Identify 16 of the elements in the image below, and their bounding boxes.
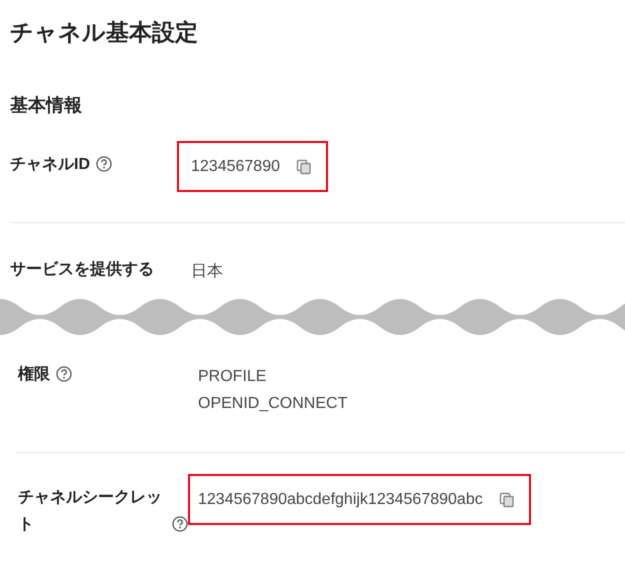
help-icon[interactable] xyxy=(96,156,112,172)
help-icon[interactable] xyxy=(172,516,188,532)
field-label: 権限 xyxy=(18,364,50,385)
field-label: チャネルシークレット xyxy=(18,488,163,535)
section-heading: 基本情報 xyxy=(9,94,83,117)
field-value: PROFILE xyxy=(198,367,268,387)
page-title: チャネル基本設定 xyxy=(9,18,199,47)
field-value: 日本 xyxy=(191,262,223,282)
field-value: 1234567890 xyxy=(191,157,280,177)
field-label: サービスを提供する xyxy=(10,260,154,280)
field-label: チャネルID xyxy=(10,155,90,175)
copy-icon[interactable] xyxy=(498,492,515,508)
field-value: 1234567890abcdefghijk1234567890abc xyxy=(198,490,483,510)
field-value: OPENID_CONNECT xyxy=(198,394,348,414)
help-icon[interactable] xyxy=(56,366,72,382)
copy-icon[interactable] xyxy=(296,158,312,174)
